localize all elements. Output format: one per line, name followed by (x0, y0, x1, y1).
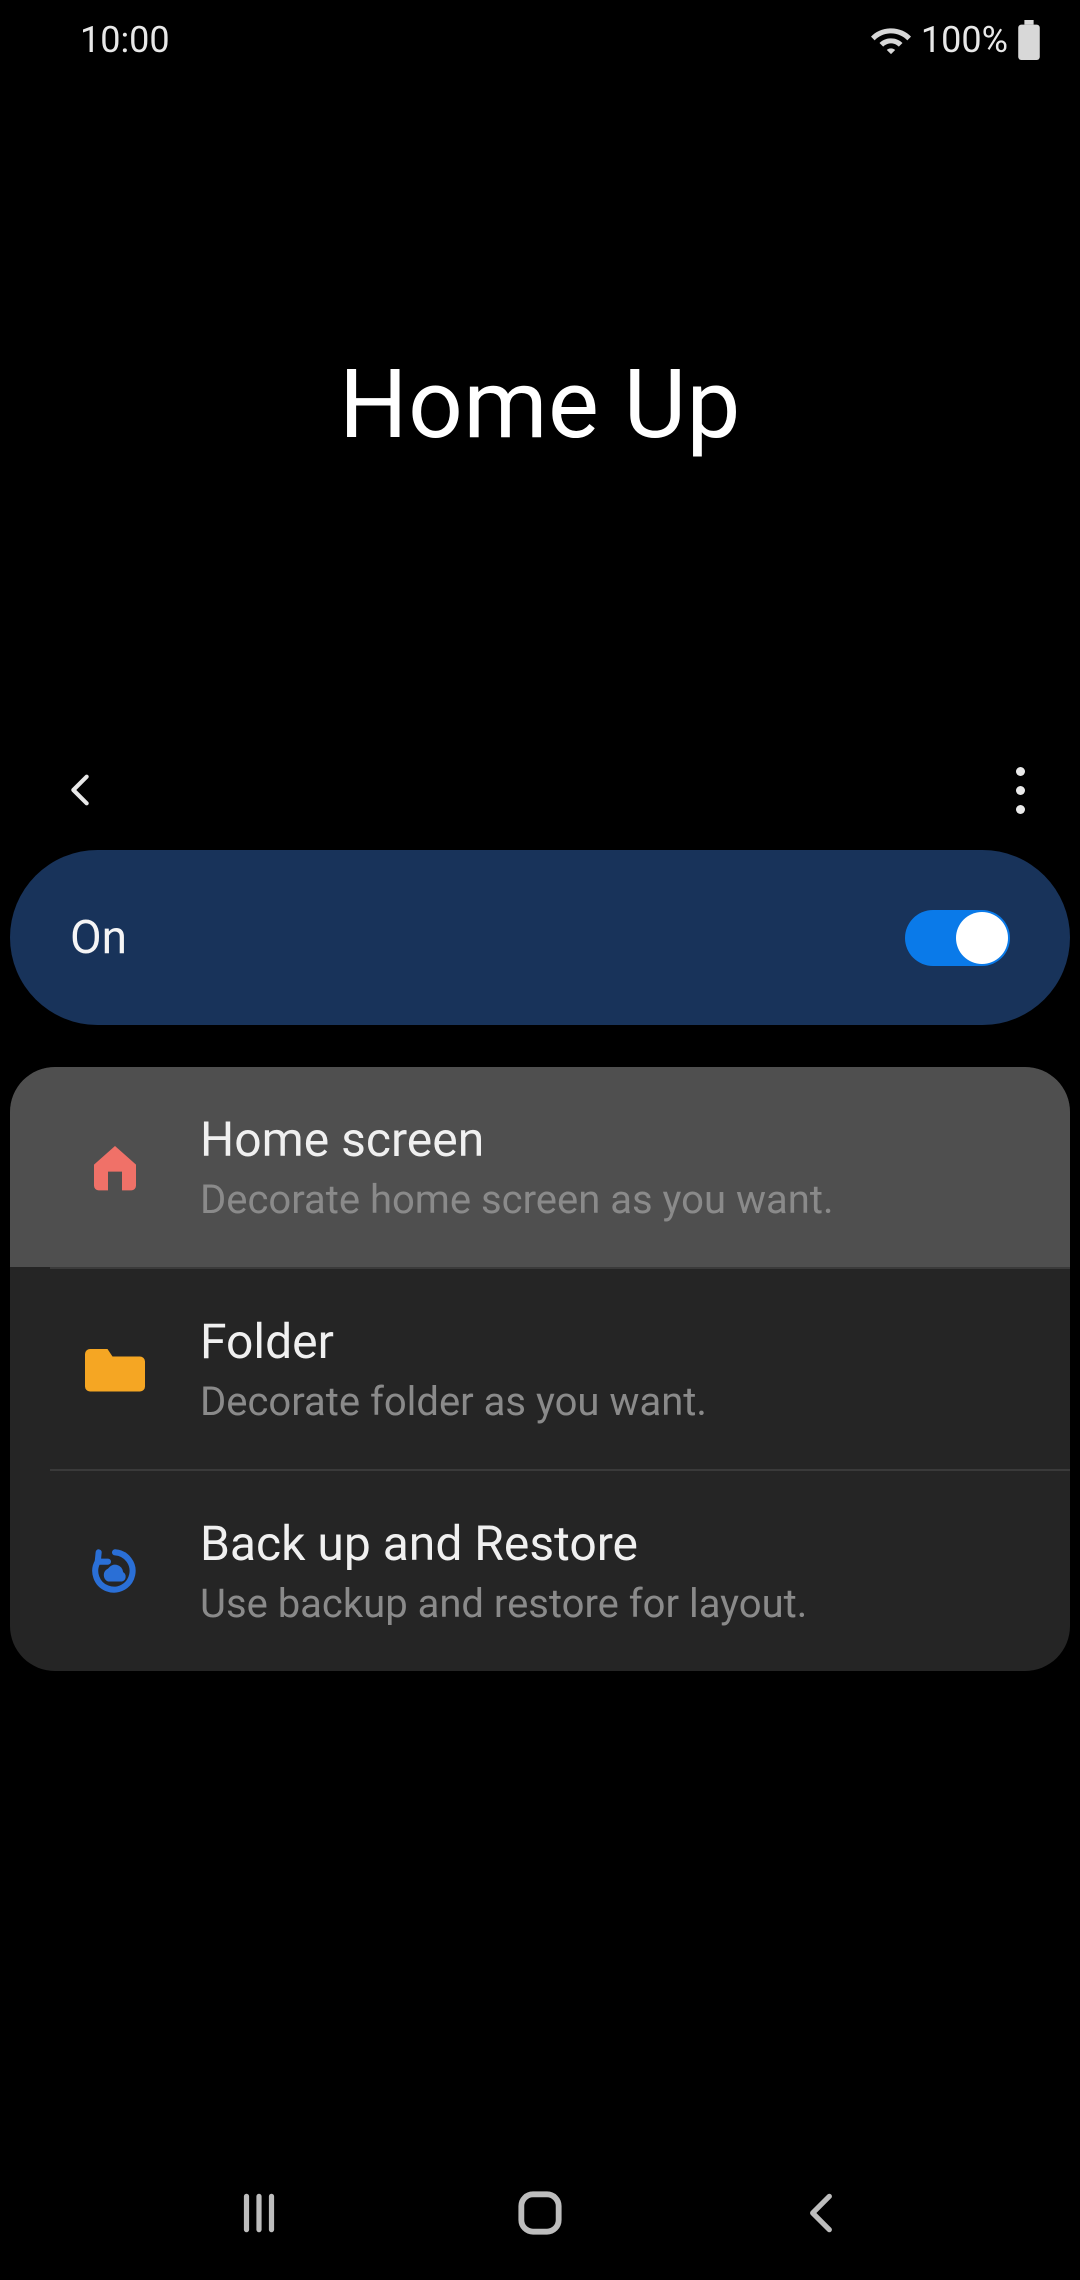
page-title: Home Up (339, 349, 741, 461)
battery-icon (1018, 20, 1040, 60)
item-desc: Decorate folder as you want. (200, 1378, 707, 1425)
item-desc: Decorate home screen as you want. (200, 1176, 834, 1223)
title-area: Home Up (0, 80, 1080, 730)
list-item-backup-restore[interactable]: Back up and Restore Use backup and resto… (10, 1471, 1070, 1671)
status-time: 10:00 (80, 19, 170, 61)
list-item-home-screen[interactable]: Home screen Decorate home screen as you … (10, 1067, 1070, 1267)
master-toggle-label: On (70, 911, 127, 965)
more-dot (1016, 805, 1025, 814)
chevron-left-icon (60, 770, 100, 810)
item-text: Home screen Decorate home screen as you … (200, 1111, 834, 1223)
item-title: Folder (200, 1313, 707, 1370)
options-card: Home screen Decorate home screen as you … (10, 1067, 1070, 1671)
header-bar (0, 730, 1080, 850)
home-button[interactable] (512, 2185, 568, 2241)
folder-icon (80, 1334, 150, 1404)
item-title: Home screen (200, 1111, 834, 1168)
toggle-knob (956, 912, 1008, 964)
content: On Home screen Decorate home screen as y… (0, 850, 1080, 1671)
item-text: Back up and Restore Use backup and resto… (200, 1515, 807, 1627)
back-button[interactable] (60, 770, 100, 810)
navigation-bar (0, 2145, 1080, 2280)
status-battery-text: 100% (921, 19, 1008, 61)
more-options-button[interactable] (1000, 760, 1040, 820)
backup-icon (80, 1536, 150, 1606)
wifi-icon (871, 23, 911, 57)
status-right: 100% (871, 19, 1040, 61)
item-desc: Use backup and restore for layout. (200, 1580, 807, 1627)
nav-back-button[interactable] (796, 2188, 846, 2238)
more-dot (1016, 786, 1025, 795)
more-dot (1016, 767, 1025, 776)
item-text: Folder Decorate folder as you want. (200, 1313, 707, 1425)
toggle-switch[interactable] (905, 910, 1010, 966)
home-icon (80, 1132, 150, 1202)
item-title: Back up and Restore (200, 1515, 807, 1572)
recents-button[interactable] (234, 2188, 284, 2238)
status-bar: 10:00 100% (0, 0, 1080, 80)
master-toggle-row[interactable]: On (10, 850, 1070, 1025)
list-item-folder[interactable]: Folder Decorate folder as you want. (10, 1269, 1070, 1469)
